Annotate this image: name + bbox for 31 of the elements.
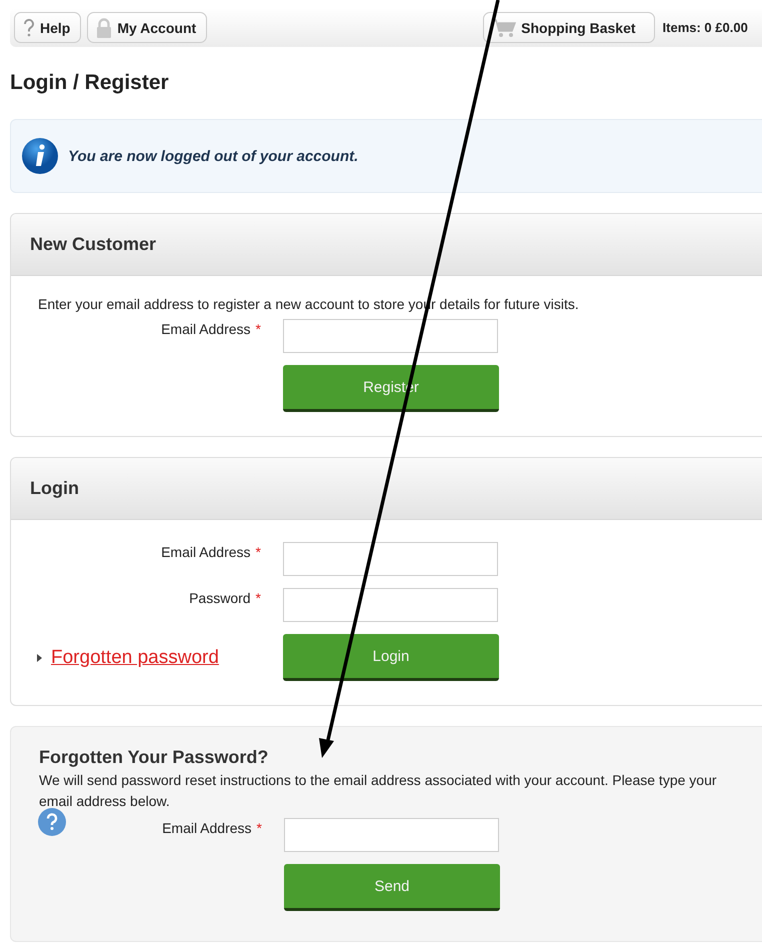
padlock-icon: [96, 18, 112, 38]
cart-icon: [492, 18, 516, 38]
required-marker: *: [256, 820, 262, 836]
info-icon: [21, 137, 59, 175]
instruction-text: We will send password reset instructions to the email address associated with your account. Please type your email address below.: [39, 771, 718, 811]
section-title: Forgotten Your Password?: [38, 746, 270, 768]
field-label: Email Address: [162, 820, 252, 836]
field-label: Email Address: [161, 544, 251, 560]
basket-summary: Items: 0 £0.00: [662, 20, 748, 35]
required-marker: *: [256, 321, 261, 337]
submit-button[interactable]: Login: [283, 634, 499, 681]
my-account-button[interactable]: My Account: [87, 12, 208, 43]
help-icon: [23, 18, 35, 36]
required-marker: *: [256, 544, 261, 560]
input-field[interactable]: [284, 818, 499, 852]
field-label: Password: [189, 590, 251, 606]
help-icon[interactable]: [38, 808, 66, 836]
shopping-basket-button[interactable]: Shopping Basket: [483, 12, 655, 43]
panel-title: New Customer: [30, 234, 156, 255]
help-button[interactable]: Help: [14, 12, 82, 43]
submit-button[interactable]: Send: [284, 864, 500, 911]
input-field[interactable]: [283, 319, 498, 353]
notice-message: You are now logged out of your account.: [68, 148, 358, 164]
forgotten-password-link[interactable]: Forgotten password: [37, 646, 283, 668]
field-label: Email Address: [161, 321, 251, 337]
input-field[interactable]: [283, 542, 498, 576]
input-field[interactable]: [283, 588, 498, 622]
required-marker: *: [256, 590, 261, 606]
panel-title: Login: [30, 478, 79, 499]
triangle-icon: [37, 654, 42, 662]
page-title: Login / Register: [10, 71, 170, 95]
